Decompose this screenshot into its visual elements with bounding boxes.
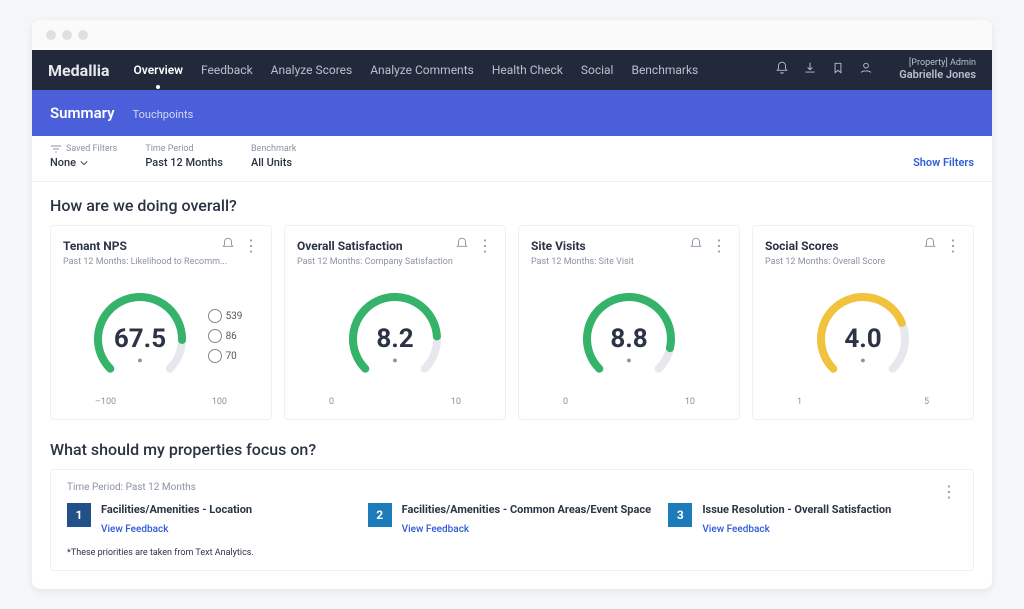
card-title: Overall Satisfaction bbox=[297, 239, 455, 253]
gauge-scale: 010 bbox=[297, 397, 493, 407]
gauge-scale: –100100 bbox=[63, 397, 259, 407]
gauge-chart: 8.8 ● bbox=[569, 279, 689, 393]
focus-item: 1 Facilities/Amenities - Location View F… bbox=[67, 503, 356, 536]
card-subtitle: Past 12 Months: Site Visit bbox=[531, 257, 727, 267]
nav-item-benchmarks[interactable]: Benchmarks bbox=[631, 63, 698, 77]
tab-touchpoints[interactable]: Touchpoints bbox=[133, 108, 194, 121]
bell-icon[interactable] bbox=[455, 236, 469, 255]
priority-title: Facilities/Amenities - Common Areas/Even… bbox=[402, 503, 657, 517]
svg-text:67.5: 67.5 bbox=[113, 324, 165, 354]
time-period-filter[interactable]: Time Period Past 12 Months bbox=[145, 144, 223, 169]
card-title: Social Scores bbox=[765, 239, 923, 253]
focus-footnote: *These priorities are taken from Text An… bbox=[67, 548, 957, 558]
filter-icon bbox=[50, 144, 62, 154]
kebab-icon[interactable]: ⋮ bbox=[243, 236, 259, 255]
metric-card: Overall Satisfaction ⋮ Past 12 Months: C… bbox=[284, 225, 506, 420]
sentiment-breakdown: 539 86 70 bbox=[208, 309, 243, 363]
user-icon[interactable] bbox=[859, 61, 873, 78]
page-title: Summary bbox=[50, 104, 115, 122]
svg-text:8.8: 8.8 bbox=[610, 324, 647, 354]
brand-logo: Medallia bbox=[48, 61, 109, 80]
app-window: Medallia Overview Feedback Analyze Scores A… bbox=[32, 20, 992, 589]
nav-item-health-check[interactable]: Health Check bbox=[492, 63, 563, 77]
card-subtitle: Past 12 Months: Likelihood to Recomm... bbox=[63, 257, 259, 267]
svg-text:8.2: 8.2 bbox=[376, 324, 413, 354]
metric-cards: Tenant NPS ⋮ Past 12 Months: Likelihood … bbox=[50, 225, 974, 420]
nav-item-overview[interactable]: Overview bbox=[133, 63, 183, 77]
nav-item-analyze-scores[interactable]: Analyze Scores bbox=[271, 63, 353, 77]
neutral-face-icon bbox=[208, 329, 222, 343]
view-feedback-link[interactable]: View Feedback bbox=[402, 524, 469, 535]
focus-section: What should my properties focus on? ⋮ Ti… bbox=[32, 426, 992, 577]
bell-icon[interactable] bbox=[689, 236, 703, 255]
svg-text:●: ● bbox=[626, 356, 631, 366]
user-block[interactable]: [Property] Admin Gabrielle Jones bbox=[899, 59, 976, 81]
card-title: Tenant NPS bbox=[63, 239, 221, 253]
bell-icon[interactable] bbox=[775, 61, 789, 78]
gauge-scale: 010 bbox=[531, 397, 727, 407]
svg-text:●: ● bbox=[392, 356, 397, 366]
gauge-chart: 8.2 ● bbox=[335, 279, 455, 393]
view-feedback-link[interactable]: View Feedback bbox=[702, 524, 769, 535]
focus-items: 1 Facilities/Amenities - Location View F… bbox=[67, 503, 957, 536]
focus-time-period: Time Period: Past 12 Months bbox=[67, 482, 957, 493]
chevron-down-icon bbox=[80, 159, 88, 167]
topbar-actions: [Property] Admin Gabrielle Jones bbox=[775, 59, 976, 81]
top-navbar: Medallia Overview Feedback Analyze Scores A… bbox=[32, 50, 992, 90]
overall-title: How are we doing overall? bbox=[50, 196, 974, 215]
bell-icon[interactable] bbox=[923, 236, 937, 255]
view-feedback-link[interactable]: View Feedback bbox=[101, 524, 168, 535]
focus-item: 3 Issue Resolution - Overall Satisfactio… bbox=[668, 503, 957, 536]
priority-number: 2 bbox=[368, 503, 392, 527]
priority-title: Facilities/Amenities - Location bbox=[101, 503, 356, 517]
gauge-scale: 15 bbox=[765, 397, 961, 407]
saved-filters-dropdown[interactable]: Saved Filters None bbox=[50, 144, 117, 169]
card-title: Site Visits bbox=[531, 239, 689, 253]
focus-card: ⋮ Time Period: Past 12 Months 1 Faciliti… bbox=[50, 469, 974, 571]
nav-item-social[interactable]: Social bbox=[581, 63, 614, 77]
priority-number: 3 bbox=[668, 503, 692, 527]
focus-title: What should my properties focus on? bbox=[50, 440, 974, 459]
kebab-icon[interactable]: ⋮ bbox=[945, 236, 961, 255]
overall-section: How are we doing overall? Tenant NPS ⋮ P… bbox=[32, 182, 992, 426]
nav-item-analyze-comments[interactable]: Analyze Comments bbox=[370, 63, 474, 77]
happy-face-icon bbox=[208, 309, 222, 323]
gauge-chart: 67.5 ● bbox=[80, 279, 200, 393]
kebab-icon[interactable]: ⋮ bbox=[711, 236, 727, 255]
user-name: Gabrielle Jones bbox=[899, 69, 976, 81]
priority-title: Issue Resolution - Overall Satisfaction bbox=[702, 503, 957, 517]
sad-face-icon bbox=[208, 349, 222, 363]
download-icon[interactable] bbox=[803, 61, 817, 78]
focus-item: 2 Facilities/Amenities - Common Areas/Ev… bbox=[368, 503, 657, 536]
benchmark-filter[interactable]: Benchmark All Units bbox=[251, 144, 296, 169]
filter-bar: Saved Filters None Time Period Past 12 M… bbox=[32, 136, 992, 182]
metric-card: Social Scores ⋮ Past 12 Months: Overall … bbox=[752, 225, 974, 420]
svg-text:●: ● bbox=[137, 356, 142, 366]
gauge-chart: 4.0 ● bbox=[803, 279, 923, 393]
bookmark-icon[interactable] bbox=[831, 61, 845, 78]
kebab-icon[interactable]: ⋮ bbox=[941, 482, 957, 501]
metric-card: Site Visits ⋮ Past 12 Months: Site Visit… bbox=[518, 225, 740, 420]
subheader: Summary Touchpoints bbox=[32, 90, 992, 136]
metric-card: Tenant NPS ⋮ Past 12 Months: Likelihood … bbox=[50, 225, 272, 420]
window-controls bbox=[32, 20, 992, 50]
card-subtitle: Past 12 Months: Overall Score bbox=[765, 257, 961, 267]
nav-item-feedback[interactable]: Feedback bbox=[201, 63, 253, 77]
bell-icon[interactable] bbox=[221, 236, 235, 255]
main-nav: Overview Feedback Analyze Scores Analyze Co… bbox=[133, 63, 775, 77]
svg-text:4.0: 4.0 bbox=[844, 324, 881, 354]
priority-number: 1 bbox=[67, 503, 91, 527]
show-filters-link[interactable]: Show Filters bbox=[913, 156, 974, 169]
kebab-icon[interactable]: ⋮ bbox=[477, 236, 493, 255]
card-subtitle: Past 12 Months: Company Satisfaction bbox=[297, 257, 493, 267]
svg-text:●: ● bbox=[860, 356, 865, 366]
